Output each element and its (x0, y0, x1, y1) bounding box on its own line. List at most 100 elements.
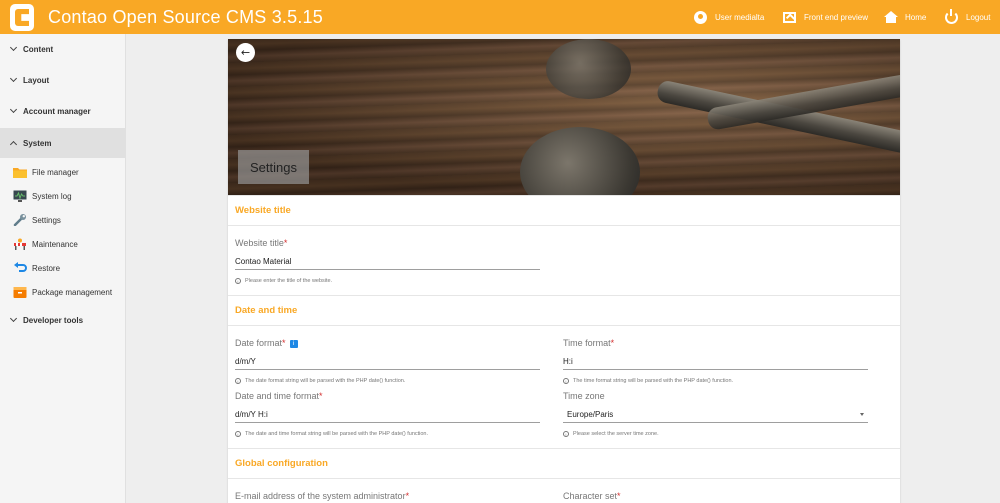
date-time-format-help: i The date and time format string will b… (235, 431, 428, 437)
info-icon: i (563, 378, 569, 384)
wrench-icon (13, 214, 26, 226)
sidebar-group-content[interactable]: Content (0, 34, 126, 64)
chevron-down-icon (9, 314, 18, 323)
label-text: Date format (235, 338, 283, 348)
chevron-down-icon (9, 74, 18, 83)
sidebar-item-settings[interactable]: Settings (0, 209, 126, 231)
required-marker: * (405, 491, 410, 501)
time-format-input[interactable] (563, 354, 868, 370)
help-text: Please select the server time zone. (573, 431, 659, 437)
home-icon (884, 11, 898, 23)
info-icon: i (563, 431, 569, 437)
user-menu[interactable]: User medialta (694, 0, 764, 34)
sidebar-group-label: System (23, 138, 52, 148)
sidebar-group-label: Account manager (23, 106, 91, 116)
time-format-label: Time format* (563, 338, 614, 348)
sidebar-item-package-management[interactable]: Package management (0, 281, 126, 303)
section-date-and-time[interactable]: Date and time (228, 295, 900, 326)
date-time-format-label: Date and time format* (235, 391, 323, 401)
sidebar-item-label: Maintenance (32, 239, 78, 249)
help-text: Please enter the title of the website. (245, 278, 333, 284)
sidebar-item-label: Settings (32, 215, 61, 225)
contao-logo[interactable] (10, 4, 34, 31)
page-title: Settings (238, 150, 309, 184)
time-zone-label: Time zone (563, 391, 605, 401)
label-text: Date and time format (235, 391, 320, 401)
sidebar-item-label: File manager (32, 167, 79, 177)
admin-email-label: E-mail address of the system administrat… (235, 491, 409, 501)
help-text: The date and time format string will be … (245, 431, 429, 437)
sidebar-item-system-log[interactable]: System log (0, 185, 126, 207)
time-zone-value: Europe/Paris (567, 410, 614, 419)
help-text: The date format string will be parsed wi… (245, 378, 406, 384)
user-label: User medialta (715, 12, 765, 22)
sidebar: Content Layout Account manager System Fi… (0, 34, 126, 503)
settings-card: ← Settings Website title Website title* … (228, 39, 900, 503)
top-bar: Contao Open Source CMS 3.5.15 User media… (0, 0, 1000, 34)
home-link[interactable]: Home (884, 0, 926, 34)
monitor-icon (13, 190, 27, 202)
wrench-head-image (546, 39, 631, 99)
section-global-configuration[interactable]: Global configuration (228, 448, 900, 479)
label-text: Time zone (563, 391, 605, 401)
logout-label: Logout (966, 12, 991, 22)
sidebar-group-label: Content (23, 44, 54, 54)
date-format-help: i The date format string will be parsed … (235, 378, 405, 384)
time-zone-select[interactable]: Europe/Paris (563, 407, 868, 423)
required-marker: * (283, 238, 288, 248)
app-title: Contao Open Source CMS 3.5.15 (48, 7, 323, 27)
power-icon (945, 8, 958, 24)
front-end-preview-link[interactable]: Front end preview (783, 0, 868, 34)
website-title-help: i Please enter the title of the website. (235, 278, 332, 284)
sidebar-group-system[interactable]: System (0, 128, 126, 158)
label-text: E-mail address of the system administrat… (235, 491, 406, 501)
info-icon: i (235, 378, 241, 384)
sidebar-group-developer-tools[interactable]: Developer tools (0, 305, 126, 335)
sidebar-item-restore[interactable]: Restore (0, 257, 126, 279)
hero-image: ← Settings (228, 39, 900, 195)
sidebar-group-account-manager[interactable]: Account manager (0, 96, 126, 126)
label-text: Website title (235, 238, 284, 248)
character-set-label: Character set* (563, 491, 621, 501)
required-marker: * (610, 338, 615, 348)
sidebar-item-label: Restore (32, 263, 61, 273)
website-title-input[interactable] (235, 254, 540, 270)
chevron-up-icon (9, 140, 18, 149)
section-website-title[interactable]: Website title (228, 195, 900, 226)
section-title: Global configuration (235, 458, 328, 469)
info-icon: i (235, 278, 241, 284)
maintenance-icon (14, 238, 26, 250)
front-end-preview-label: Front end preview (804, 12, 869, 22)
sidebar-item-label: Package management (32, 287, 113, 297)
time-zone-help: i Please select the server time zone. (563, 431, 659, 437)
info-icon: i (235, 431, 241, 437)
section-title: Date and time (235, 305, 298, 316)
website-title-label: Website title* (235, 238, 287, 248)
section-title: Website title (235, 205, 291, 216)
sidebar-group-label: Developer tools (23, 315, 84, 325)
time-format-help: i The time format string will be parsed … (563, 378, 733, 384)
chevron-down-icon (9, 43, 18, 52)
required-marker: * (319, 391, 323, 401)
caret-down-icon (860, 413, 864, 416)
help-text: The time format string will be parsed wi… (573, 378, 734, 384)
date-time-format-input[interactable] (235, 407, 540, 423)
sidebar-group-layout[interactable]: Layout (0, 65, 126, 95)
sidebar-item-maintenance[interactable]: Maintenance (0, 233, 126, 255)
sidebar-item-file-manager[interactable]: File manager (0, 161, 126, 183)
preview-icon (783, 11, 796, 23)
user-icon (694, 10, 707, 24)
info-badge-icon[interactable]: i (289, 339, 298, 348)
label-text: Time format (563, 338, 611, 348)
sidebar-item-label: System log (32, 191, 72, 201)
chevron-down-icon (9, 105, 18, 114)
required-marker: * (617, 491, 621, 501)
date-format-input[interactable] (235, 354, 540, 370)
required-marker: * (282, 338, 286, 348)
logout-link[interactable]: Logout (945, 0, 990, 34)
back-button[interactable]: ← (236, 43, 255, 62)
home-label: Home (905, 12, 927, 22)
date-format-label: Date format* i (235, 338, 298, 348)
label-text: Character set (563, 491, 618, 501)
sidebar-group-label: Layout (23, 75, 50, 85)
